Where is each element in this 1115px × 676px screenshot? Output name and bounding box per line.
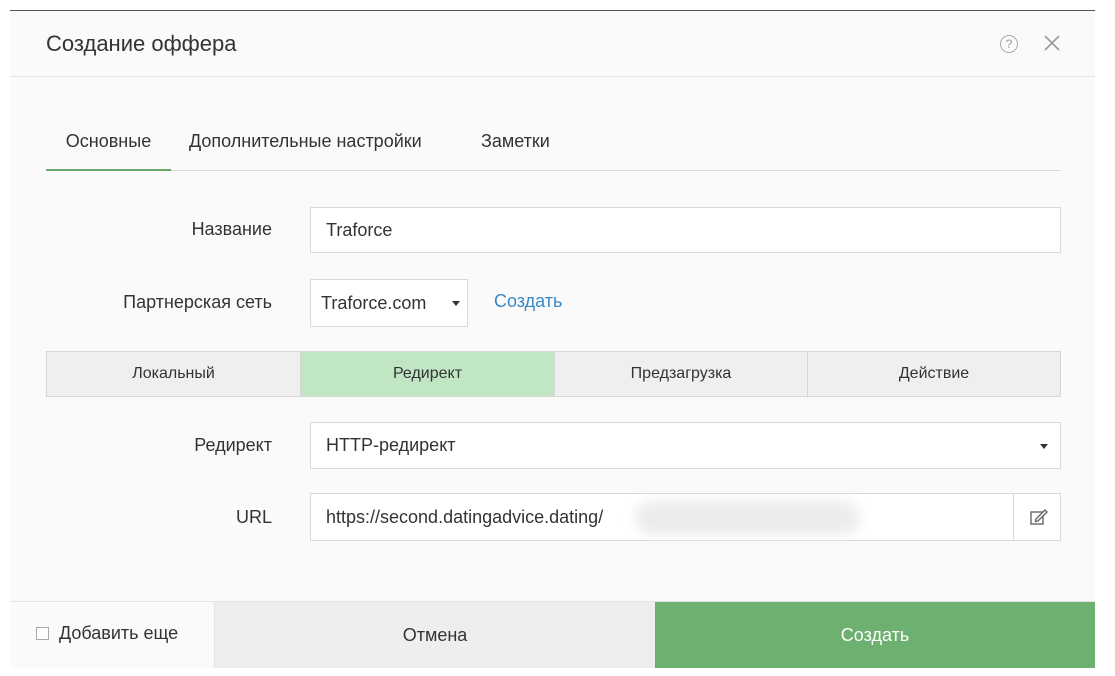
redirect-select-value: HTTP-редирект bbox=[326, 435, 456, 455]
tab-notes[interactable]: Заметки bbox=[481, 121, 550, 171]
name-label: Название bbox=[191, 219, 272, 239]
create-offer-dialog: Создание оффера ? Основные Дополнительны… bbox=[10, 10, 1095, 668]
redirect-select[interactable]: HTTP-редирект bbox=[310, 422, 1061, 469]
name-input[interactable]: Traforce bbox=[310, 207, 1061, 253]
network-label: Партнерская сеть bbox=[123, 292, 272, 312]
add-more-toggle[interactable]: Добавить еще bbox=[10, 602, 215, 668]
add-more-checkbox[interactable] bbox=[36, 627, 49, 640]
segment-local[interactable]: Локальный bbox=[47, 352, 301, 396]
chevron-down-icon bbox=[1040, 444, 1048, 449]
tab-main[interactable]: Основные bbox=[46, 121, 171, 171]
tab-bar: Основные Дополнительные настройки Заметк… bbox=[46, 121, 1061, 171]
dialog-title: Создание оффера bbox=[46, 31, 237, 56]
edit-icon bbox=[1030, 509, 1048, 525]
segment-redirect[interactable]: Редирект bbox=[301, 352, 555, 396]
add-more-label: Добавить еще bbox=[59, 623, 179, 643]
url-input-value: https://second.datingadvice.dating/ bbox=[326, 507, 604, 527]
redacted-url-blur bbox=[635, 501, 860, 535]
edit-url-button[interactable] bbox=[1013, 493, 1061, 541]
segment-preload[interactable]: Предзагрузка bbox=[555, 352, 808, 396]
cancel-button[interactable]: Отмена bbox=[215, 602, 655, 668]
redirect-type-segmented-control: Локальный Редирект Предзагрузка Действие bbox=[46, 351, 1061, 397]
url-label: URL bbox=[235, 507, 272, 527]
chevron-down-icon bbox=[452, 301, 460, 306]
dialog-footer: Добавить еще Отмена Создать bbox=[10, 601, 1095, 668]
question-circle-icon[interactable]: ? bbox=[1000, 35, 1018, 53]
network-select[interactable]: Traforce.com bbox=[310, 279, 468, 327]
network-select-value: Traforce.com bbox=[321, 293, 427, 313]
close-icon[interactable] bbox=[1040, 31, 1064, 55]
tab-additional-settings[interactable]: Дополнительные настройки bbox=[189, 121, 422, 171]
create-network-link[interactable]: Создать bbox=[494, 291, 562, 312]
create-button[interactable]: Создать bbox=[655, 602, 1095, 668]
segment-action[interactable]: Действие bbox=[808, 352, 1060, 396]
redirect-label: Редирект bbox=[194, 435, 272, 455]
dialog-header: Создание оффера ? bbox=[10, 11, 1095, 77]
